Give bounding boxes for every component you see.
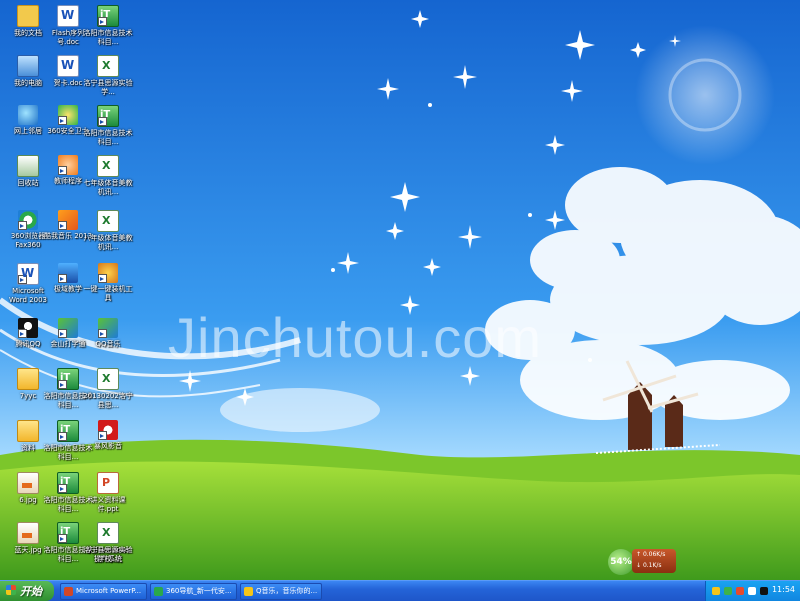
tray-icon[interactable] [712,587,720,595]
tray-icon[interactable] [760,587,768,595]
desktop-icon-label: 20130202洛宁县思... [83,392,133,409]
shortcut-arrow-icon [98,431,107,440]
desktop-icon[interactable]: 七年级体音美教机讯... [83,155,133,197]
typing-icon [58,318,78,338]
shortcut-arrow-icon [98,117,107,126]
tray-icon[interactable] [724,587,732,595]
desktop-icon-label: 七年级体音美教机讯... [83,179,133,196]
network-speed-widget[interactable]: 54% 0.06K/s 0.1K/s [606,543,676,577]
taskbar-button-label: Microsoft PowerP... [76,587,142,595]
folder-icon [17,420,39,442]
shortcut-arrow-icon [18,221,27,230]
shortcut-arrow-icon [58,274,67,283]
ppt-file-icon [97,472,119,494]
clock[interactable]: 11:54 [772,585,795,594]
desktop-icon[interactable]: QQ音乐 [83,318,133,349]
shortcut-arrow-icon [58,534,67,543]
image-file-icon [17,472,39,494]
desktop-icon-label: 八年级体音美教机讯... [83,234,133,251]
desktop-icon[interactable]: 洛阳市信息技术科目... [83,5,133,47]
security-360-icon [58,105,78,125]
download-speed: 0.1K/s [636,560,676,571]
recycle-bin-icon [17,155,39,177]
taskbar-button-label: 360导航_新一代安... [166,587,232,595]
desktop-icon[interactable]: 暴风影音 [83,420,133,451]
shortcut-arrow-icon [98,329,107,338]
shortcut-arrow-icon [98,17,107,26]
doc-file-icon [57,55,79,77]
taskbar-button[interactable]: 360导航_新一代安... [150,583,237,600]
excel-file-icon [97,368,119,390]
desktop-icon[interactable]: 洛阳市信息技术科目... [83,105,133,147]
it-subject-icon [97,5,119,27]
desktop-icon[interactable]: 讲义资料课件.ppt [83,472,133,514]
desktop-icon-label: 洛阳市信息技术科目... [83,129,133,146]
desktop[interactable]: 我的文档我的电脑网上邻居回收站360浏览器 Fax360Microsoft Wo… [0,0,800,580]
shortcut-arrow-icon [58,432,67,441]
it-subject-icon [57,368,79,390]
my-computer-icon [17,55,39,77]
shortcut-arrow-icon [58,221,67,230]
windows-logo-icon [6,585,16,595]
my-documents-icon [17,5,39,27]
install-tool-icon [98,263,118,283]
system-tray: 11:54 [705,581,800,601]
desktop-icon[interactable]: 八年级体音美教机讯... [83,210,133,252]
speed-panel: 0.06K/s 0.1K/s [632,549,676,573]
shortcut-arrow-icon [18,275,27,284]
shortcut-arrow-icon [58,380,67,389]
browser-360-icon [18,210,38,230]
media-player-icon [98,420,118,440]
powerpoint-icon [64,586,73,596]
shortcut-arrow-icon [18,329,27,338]
shortcut-arrow-icon [58,484,67,493]
doc-file-icon [57,5,79,27]
tray-icon[interactable] [748,587,756,595]
kuwo-music-icon [58,210,78,230]
desktop-icon[interactable]: 洛宁县思源实验学... [83,55,133,97]
desktop-icon-label: 一键一键装机工具 [83,285,133,302]
classroom-icon [58,263,78,283]
upload-speed: 0.06K/s [636,549,676,560]
taskbar: 开始 Microsoft PowerP... 360导航_新一代安... Q音乐，音… [0,580,800,601]
shortcut-arrow-icon [58,166,67,175]
it-subject-icon [57,472,79,494]
excel-file-icon [97,522,119,544]
desktop-icon-label: 洛阳市信息技术科目... [83,29,133,46]
it-subject-icon [57,420,79,442]
shortcut-arrow-icon [58,329,67,338]
start-label: 开始 [20,585,42,598]
start-button[interactable]: 开始 [0,581,54,601]
it-subject-icon [97,105,119,127]
browser-360-icon [154,586,163,596]
desktop-icon-label: 洛宁县思源实验学校... [83,546,133,563]
desktop-icon-label: 洛宁县思源实验学... [83,79,133,96]
shortcut-arrow-icon [58,116,67,125]
qq-music-icon [244,586,253,596]
folder-icon [17,368,39,390]
desktop-icon[interactable]: 洛宁县思源实验学校... [83,522,133,564]
taskbar-button[interactable]: Microsoft PowerP... [60,583,147,600]
teacher-program-icon [58,155,78,175]
excel-file-icon [97,55,119,77]
image-file-icon [17,522,39,544]
word-icon [17,263,39,285]
taskbar-button-label: Q音乐，音乐你的... [256,587,318,595]
excel-file-icon [97,155,119,177]
excel-file-icon [97,210,119,232]
network-places-icon [18,105,38,125]
taskbar-button[interactable]: Q音乐，音乐你的... [240,583,322,600]
desktop-icon-label: 讲义资料课件.ppt [90,496,126,513]
qq-icon [18,318,38,338]
it-subject-icon [57,522,79,544]
shortcut-arrow-icon [98,274,107,283]
desktop-icon-label: QQ音乐 [95,340,121,348]
tray-icon[interactable] [736,587,744,595]
memory-percent: 54% [608,549,634,575]
qq-music-icon [98,318,118,338]
desktop-icon[interactable]: 一键一键装机工具 [83,263,133,303]
watermark: Jinchutou.com [168,306,543,369]
desktop-icon-label: 暴风影音 [94,442,122,450]
desktop-icon[interactable]: 20130202洛宁县思... [83,368,133,410]
